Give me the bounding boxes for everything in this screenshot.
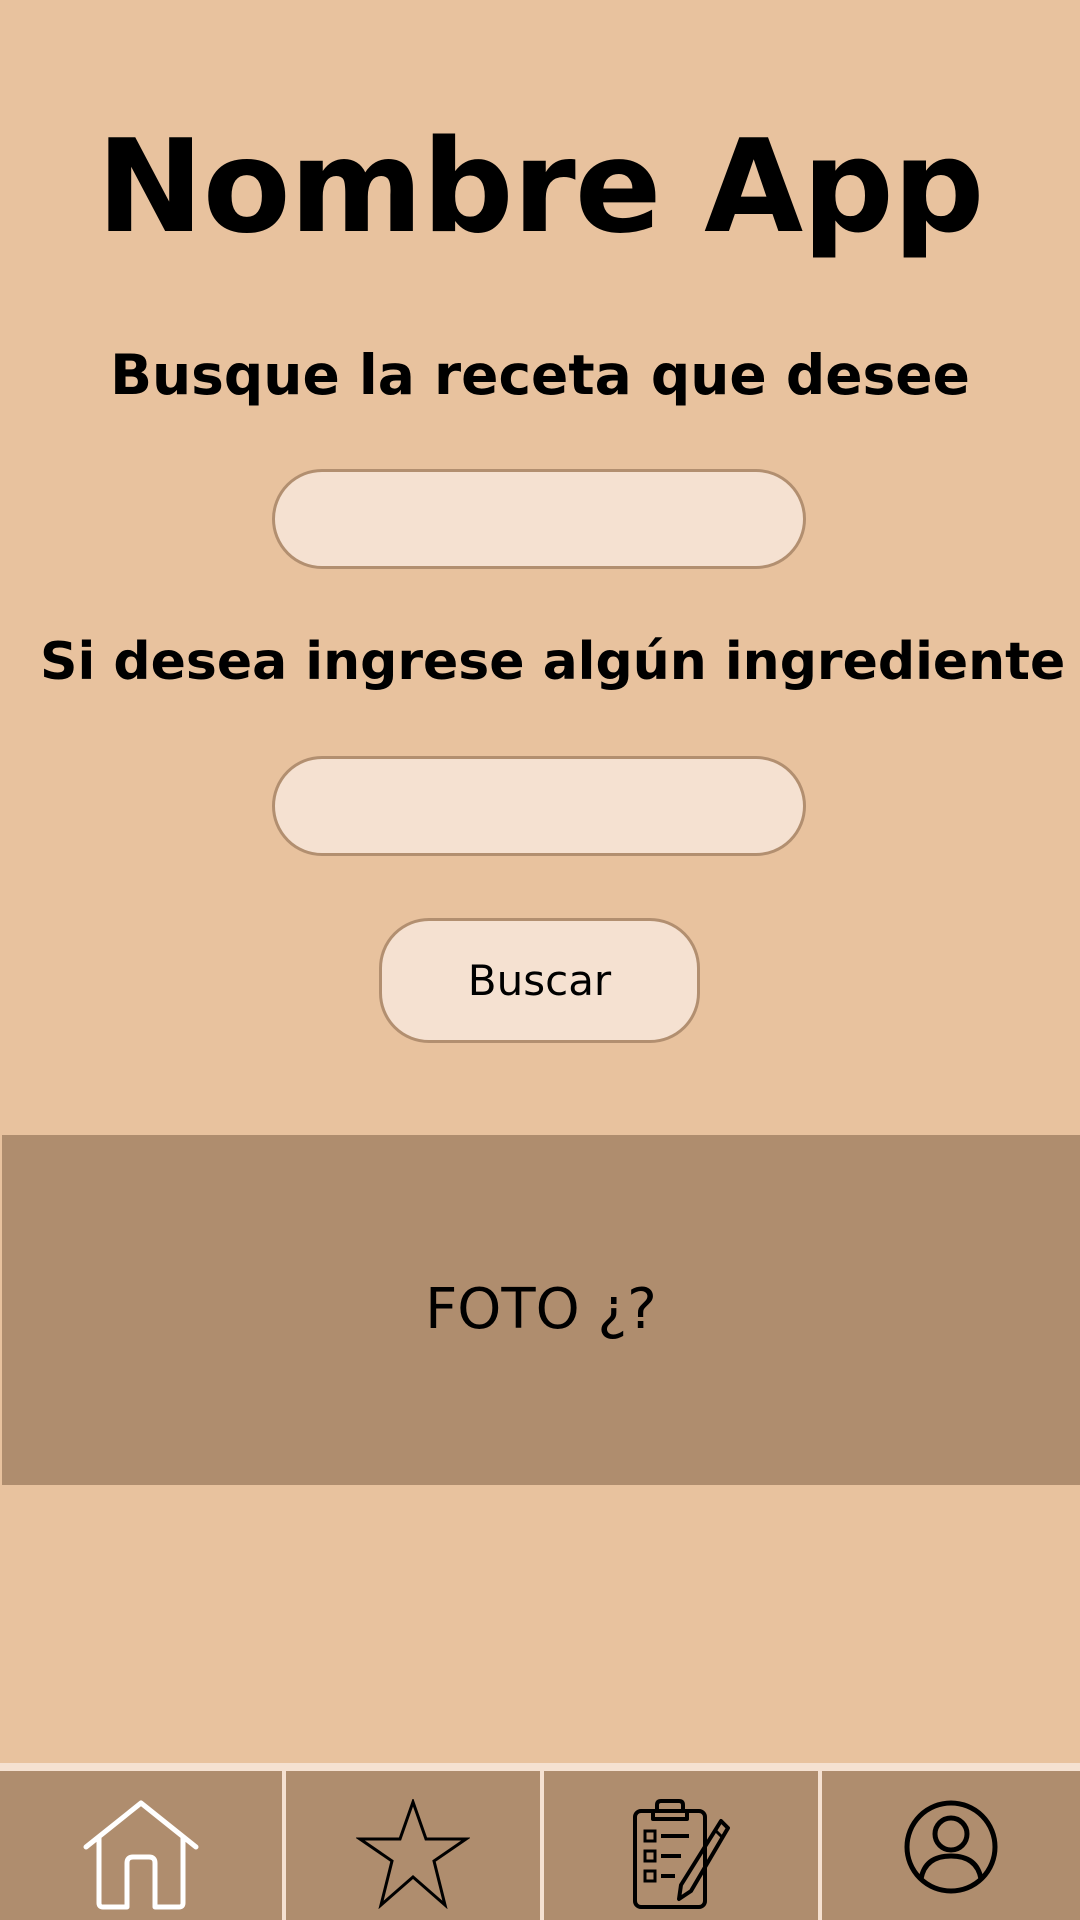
ingredient-input[interactable] [272, 756, 806, 856]
nav-tab-list[interactable] [544, 1771, 818, 1920]
nav-tab-favorites[interactable] [286, 1771, 540, 1920]
user-profile-icon [903, 1771, 999, 1895]
star-icon [356, 1771, 470, 1909]
bottom-navigation [0, 1763, 1080, 1920]
nav-tab-home[interactable] [0, 1771, 282, 1920]
search-button[interactable]: Buscar [379, 918, 700, 1043]
home-icon [83, 1771, 199, 1911]
app-title: Nombre App [96, 113, 985, 262]
ingredient-heading: Si desea ingrese algún ingrediente [40, 632, 1066, 692]
nav-tab-profile[interactable] [822, 1771, 1080, 1920]
search-heading: Busque la receta que desee [110, 343, 970, 407]
clipboard-list-icon [631, 1771, 731, 1911]
recipe-search-input[interactable] [272, 469, 806, 569]
photo-placeholder-label: FOTO ¿? [425, 1277, 657, 1342]
photo-placeholder: FOTO ¿? [2, 1135, 1080, 1485]
